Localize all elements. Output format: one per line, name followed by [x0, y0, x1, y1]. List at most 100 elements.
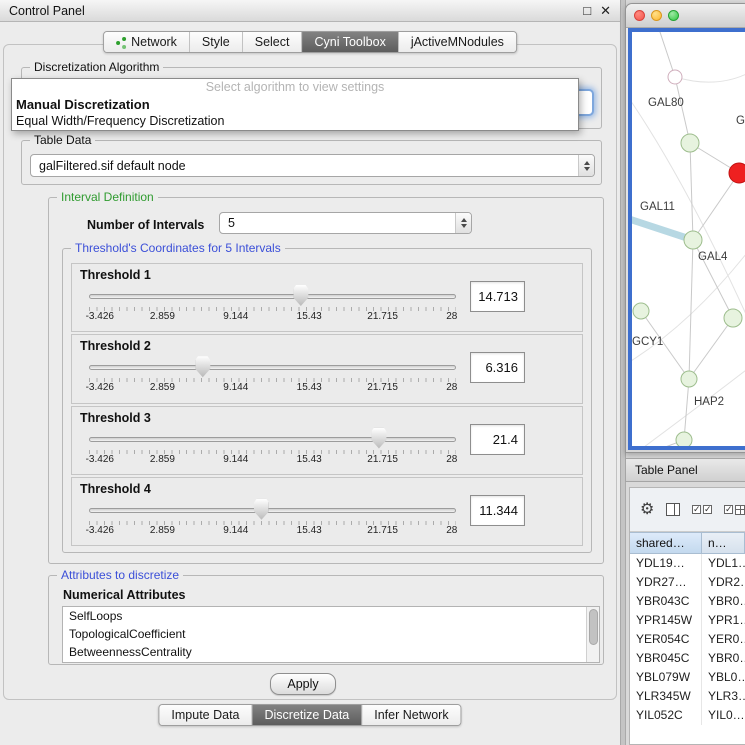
network-node[interactable] [633, 303, 649, 319]
dropdown-option-equal-width-frequency[interactable]: Equal Width/Frequency Discretization [12, 113, 578, 130]
column-header-shared-name[interactable]: shared… [630, 532, 702, 554]
list-scrollbar[interactable] [586, 607, 599, 662]
network-node[interactable] [681, 371, 697, 387]
attribute-list-item[interactable]: TopologicalCoefficient [63, 625, 599, 643]
bottom-tab-infer-network[interactable]: Infer Network [362, 705, 460, 725]
network-edge [684, 379, 689, 440]
table-row[interactable]: YPR145WYPR1… [630, 611, 745, 630]
apply-button[interactable]: Apply [270, 673, 336, 695]
threshold-1-value-field[interactable]: 14.713 [470, 281, 525, 312]
table-row[interactable]: YDL19…YDL1… [630, 554, 745, 573]
table-cell: YIL052C [630, 706, 702, 725]
table-row[interactable]: YLR345WYLR3… [630, 687, 745, 706]
threshold-rows: Threshold 1 -3.4262.8599.14415.4321.7152… [71, 263, 583, 546]
table-cell: YLR3… [702, 687, 745, 706]
network-edge [689, 240, 693, 379]
network-edge [690, 143, 693, 240]
slider-thumb[interactable] [293, 285, 308, 306]
threshold-1-slider[interactable] [89, 286, 456, 308]
close-panel-icon[interactable]: ✕ [600, 4, 611, 17]
scale-tick-label: -3.426 [86, 454, 114, 465]
attributes-group-label: Attributes to discretize [57, 568, 183, 582]
bottom-tab-discretize-data[interactable]: Discretize Data [253, 705, 363, 725]
table-row[interactable]: YBR043CYBR0… [630, 592, 745, 611]
network-node[interactable] [724, 309, 742, 327]
threshold-3-value-field[interactable]: 21.4 [470, 424, 525, 455]
number-of-intervals-select[interactable]: 5 [219, 212, 472, 234]
network-edge [689, 318, 733, 379]
table-cell: YPR145W [630, 611, 702, 630]
top-tab-cyni-toolbox[interactable]: Cyni Toolbox [302, 32, 398, 52]
scrollbar-thumb[interactable] [589, 609, 598, 645]
table-row[interactable]: YER054CYER0… [630, 630, 745, 649]
slider-track[interactable] [89, 437, 456, 442]
scale-tick-label: 15.43 [297, 382, 322, 393]
network-node[interactable] [684, 231, 702, 249]
scale-tick-label: 2.859 [150, 382, 175, 393]
columns-icon[interactable] [666, 503, 680, 516]
table-row[interactable]: YIL052CYIL0… [630, 706, 745, 725]
slider-scale: -3.4262.8599.14415.4321.71528 [89, 382, 456, 394]
tab-label: Cyni Toolbox [314, 35, 385, 49]
network-canvas[interactable]: GAL80GALGAL11GAL4GCY1HAP2 [628, 28, 745, 450]
table-cell: YBL079W [630, 668, 702, 687]
discretization-algorithm-label: Discretization Algorithm [30, 60, 163, 74]
tab-label: Discretize Data [265, 708, 350, 722]
scale-tick-label: 15.43 [297, 454, 322, 465]
table-row[interactable]: YBL079WYBL0… [630, 668, 745, 687]
scale-tick-label: -3.426 [86, 311, 114, 322]
threshold-2-value-field[interactable]: 6.316 [470, 352, 525, 383]
table-data-label: Table Data [30, 133, 95, 147]
mac-close-button[interactable] [634, 10, 645, 21]
threshold-2-slider[interactable] [89, 357, 456, 379]
attribute-list-item[interactable]: BetweennessCentrality [63, 643, 599, 661]
slider-thumb[interactable] [195, 356, 210, 377]
network-node[interactable] [676, 432, 692, 448]
table-data-select[interactable]: galFiltered.sif default node [30, 154, 595, 177]
threshold-4-slider[interactable] [89, 500, 456, 522]
table-row[interactable]: YBR045CYBR0… [630, 649, 745, 668]
threshold-2-label: Threshold 2 [80, 339, 151, 353]
network-node[interactable] [668, 70, 682, 84]
network-edge [632, 94, 745, 332]
network-node[interactable] [729, 163, 745, 183]
network-node[interactable] [681, 134, 699, 152]
combo-stepper-icon[interactable] [578, 155, 594, 176]
slider-track[interactable] [89, 294, 456, 299]
table-cell: YBL0… [702, 668, 745, 687]
slider-thumb[interactable] [254, 499, 269, 520]
table-cell: YBR045C [630, 649, 702, 668]
column-header-name[interactable]: n… [702, 532, 745, 554]
tab-label: Select [255, 35, 290, 49]
scale-tick-label: 28 [446, 525, 457, 536]
select-columns-grid-icon[interactable] [724, 505, 745, 515]
select-all-columns-icon[interactable] [692, 505, 712, 514]
table-cell: YBR043C [630, 592, 702, 611]
top-tab-jactivemnodules[interactable]: jActiveMNodules [399, 32, 516, 52]
network-node-label: GAL [736, 115, 745, 127]
attribute-list-item[interactable]: SelfLoops [63, 607, 599, 625]
bottom-tab-impute-data[interactable]: Impute Data [159, 705, 252, 725]
combo-stepper-icon[interactable] [455, 213, 471, 233]
gear-icon[interactable]: ⚙ [640, 502, 654, 518]
scale-tick-label: 21.715 [367, 525, 398, 536]
tab-label: Network [131, 35, 177, 49]
table-cell: YER0… [702, 630, 745, 649]
dropdown-option-manual-discretization[interactable]: Manual Discretization [12, 96, 578, 113]
top-tab-style[interactable]: Style [190, 32, 243, 52]
top-tab-network[interactable]: Network [104, 32, 190, 52]
table-row[interactable]: YDR27…YDR2… [630, 573, 745, 592]
slider-track[interactable] [89, 365, 456, 370]
attributes-list-items: SelfLoopsTopologicalCoefficientBetweenne… [63, 607, 599, 661]
float-window-icon[interactable]: □ [583, 4, 591, 17]
mac-zoom-button[interactable] [668, 10, 679, 21]
threshold-4-value-field[interactable]: 11.344 [470, 495, 525, 526]
thresholds-group: Threshold's Coordinates for 5 Intervals … [62, 248, 592, 553]
scale-tick-label: 2.859 [150, 525, 175, 536]
top-tab-select[interactable]: Select [243, 32, 303, 52]
threshold-3-slider[interactable] [89, 429, 456, 451]
slider-track[interactable] [89, 508, 456, 513]
mac-minimize-button[interactable] [651, 10, 662, 21]
slider-thumb[interactable] [371, 428, 386, 449]
dropdown-placeholder-option[interactable]: Select algorithm to view settings [12, 79, 578, 96]
